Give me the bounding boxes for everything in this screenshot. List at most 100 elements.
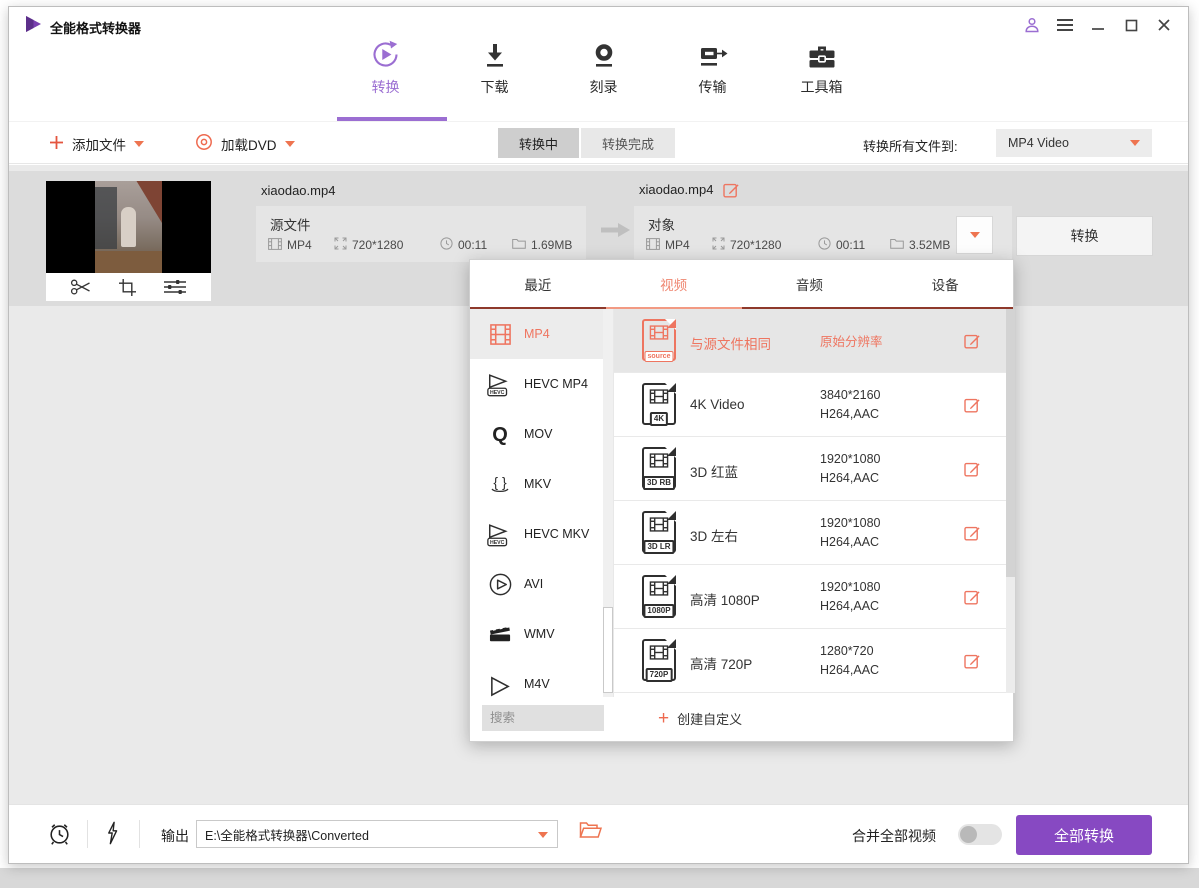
hevc-play-icon: HEVC	[484, 522, 516, 547]
format-item-mp4[interactable]: MP4	[470, 309, 613, 359]
format-info: MP4	[268, 238, 334, 253]
output-format-value: MP4 Video	[1008, 136, 1069, 150]
format-item-hevc-mp4[interactable]: HEVC HEVC MP4	[470, 359, 613, 409]
source-filename: xiaodao.mp4	[261, 183, 335, 198]
edit-preset-icon[interactable]	[964, 652, 981, 672]
target-format-dropdown-button[interactable]	[956, 216, 993, 254]
size-info: 1.69MB	[512, 238, 572, 252]
app-title: 全能格式转换器	[50, 18, 141, 37]
toolbar: 添加文件 加载DVD 转换中 转换完成 转换所有文件到: MP4 Video	[9, 121, 1188, 164]
scrollbar-thumb[interactable]	[603, 607, 613, 693]
format-item-m4v[interactable]: M4V	[470, 659, 613, 697]
edit-preset-icon[interactable]	[964, 332, 981, 352]
svg-text:Q: Q	[492, 424, 508, 446]
user-icon[interactable]	[1020, 14, 1044, 36]
tab-audio[interactable]: 音频	[742, 260, 878, 307]
resolution-info: 720*1280	[712, 237, 818, 253]
performance-bolt-icon[interactable]	[105, 821, 120, 845]
nav-label: 转换	[372, 77, 400, 97]
clapperboard-icon	[484, 623, 516, 646]
preset-item-same-as-source[interactable]: source 与源文件相同 原始分辨率	[614, 309, 1006, 373]
output-label: 输出	[161, 826, 189, 846]
transfer-icon	[697, 33, 729, 71]
folder-mini-icon	[512, 238, 526, 252]
bottom-bar: 输出 合并全部视频 全部转换	[9, 804, 1188, 863]
tab-transfer[interactable]: 传输	[658, 33, 767, 97]
crop-icon[interactable]	[119, 279, 136, 296]
minimize-icon[interactable]	[1086, 14, 1110, 36]
preset-item-3d-redblue[interactable]: 3D RB 3D 红蓝 1920*1080H264,AAC	[614, 437, 1006, 501]
convert-button[interactable]: 转换	[1016, 216, 1153, 256]
divider	[139, 820, 140, 848]
schedule-alarm-icon[interactable]	[47, 821, 72, 847]
chevron-down-icon	[970, 232, 980, 238]
edit-preset-icon[interactable]	[964, 524, 981, 544]
video-file-3dlr-icon: 3D LR	[642, 511, 676, 553]
clock-icon	[440, 237, 453, 253]
tab-toolbox[interactable]: 工具箱	[767, 33, 876, 97]
plus-icon	[49, 135, 64, 153]
create-custom-button[interactable]: + 创建自定义	[658, 704, 742, 732]
preset-item-3d-leftright[interactable]: 3D LR 3D 左右 1920*1080H264,AAC	[614, 501, 1006, 565]
tab-device[interactable]: 设备	[877, 260, 1013, 307]
format-item-wmv[interactable]: WMV	[470, 609, 613, 659]
edit-preset-icon[interactable]	[964, 460, 981, 480]
svg-text:HEVC: HEVC	[490, 540, 505, 546]
edit-preset-icon[interactable]	[964, 588, 981, 608]
tab-recent[interactable]: 最近	[470, 260, 606, 307]
tab-download[interactable]: 下载	[440, 33, 549, 97]
add-file-button[interactable]: 添加文件	[49, 130, 144, 157]
rename-edit-icon[interactable]	[723, 181, 740, 198]
edit-preset-icon[interactable]	[964, 396, 981, 416]
close-icon[interactable]	[1152, 14, 1176, 36]
toolbox-icon	[806, 33, 838, 71]
open-folder-icon[interactable]	[579, 821, 602, 839]
tab-converting[interactable]: 转换中	[498, 128, 579, 158]
format-list: MP4 HEVC HEVC MP4 Q MOV { } MKV	[470, 309, 614, 697]
window-controls	[1020, 14, 1176, 36]
clock-icon	[818, 237, 831, 253]
search-input[interactable]	[482, 705, 604, 731]
format-list-scrollbar[interactable]	[603, 309, 613, 697]
video-file-3drb-icon: 3D RB	[642, 447, 676, 489]
toggle-knob	[960, 826, 977, 843]
tab-convert[interactable]: 转换	[331, 33, 440, 97]
video-file-720p-icon: 720P	[642, 639, 676, 681]
output-path-input[interactable]	[197, 821, 557, 847]
source-info-box: 源文件 MP4 720*1280 00:11	[256, 206, 586, 262]
folder-mini-icon	[890, 238, 904, 252]
nav-label: 下载	[481, 77, 509, 97]
cut-scissors-icon[interactable]	[70, 279, 92, 295]
duration-info: 00:11	[440, 237, 512, 253]
tab-video[interactable]: 视频	[606, 260, 742, 307]
chevron-down-icon	[285, 141, 295, 147]
tab-burn[interactable]: 刻录	[549, 33, 658, 97]
nav-label: 刻录	[590, 77, 618, 97]
load-dvd-button[interactable]: 加载DVD	[195, 130, 295, 157]
output-format-select[interactable]: MP4 Video	[996, 129, 1152, 157]
preset-list-scrollbar[interactable]	[1006, 309, 1015, 693]
preset-list: source 与源文件相同 原始分辨率 4K 4K Video 3840*216…	[614, 309, 1006, 693]
add-file-label: 添加文件	[72, 134, 126, 154]
format-item-mkv[interactable]: { } MKV	[470, 459, 613, 509]
maximize-icon[interactable]	[1119, 14, 1143, 36]
scrollbar-thumb[interactable]	[1006, 309, 1015, 577]
menu-icon[interactable]	[1053, 14, 1077, 36]
queue-tabs: 转换中 转换完成	[498, 128, 675, 158]
tab-converted[interactable]: 转换完成	[581, 128, 675, 158]
chevron-down-icon[interactable]	[538, 832, 548, 838]
preset-item-1080p[interactable]: 1080P 高清 1080P 1920*1080H264,AAC	[614, 565, 1006, 629]
format-item-avi[interactable]: AVI	[470, 559, 613, 609]
right-arrow-icon	[598, 221, 632, 244]
source-panel-title: 源文件	[270, 214, 311, 234]
merge-videos-toggle[interactable]	[958, 824, 1002, 845]
format-item-hevc-mkv[interactable]: HEVC HEVC MKV	[470, 509, 613, 559]
preset-item-4k[interactable]: 4K 4K Video 3840*2160H264,AAC	[614, 373, 1006, 437]
convert-all-button[interactable]: 全部转换	[1016, 815, 1152, 855]
expand-corners-icon	[712, 237, 725, 253]
film-strip-icon	[484, 323, 516, 346]
format-item-mov[interactable]: Q MOV	[470, 409, 613, 459]
preset-item-720p[interactable]: 720P 高清 720P 1280*720H264,AAC	[614, 629, 1006, 693]
adjust-sliders-icon[interactable]	[163, 279, 187, 295]
format-info: MP4	[646, 238, 712, 253]
